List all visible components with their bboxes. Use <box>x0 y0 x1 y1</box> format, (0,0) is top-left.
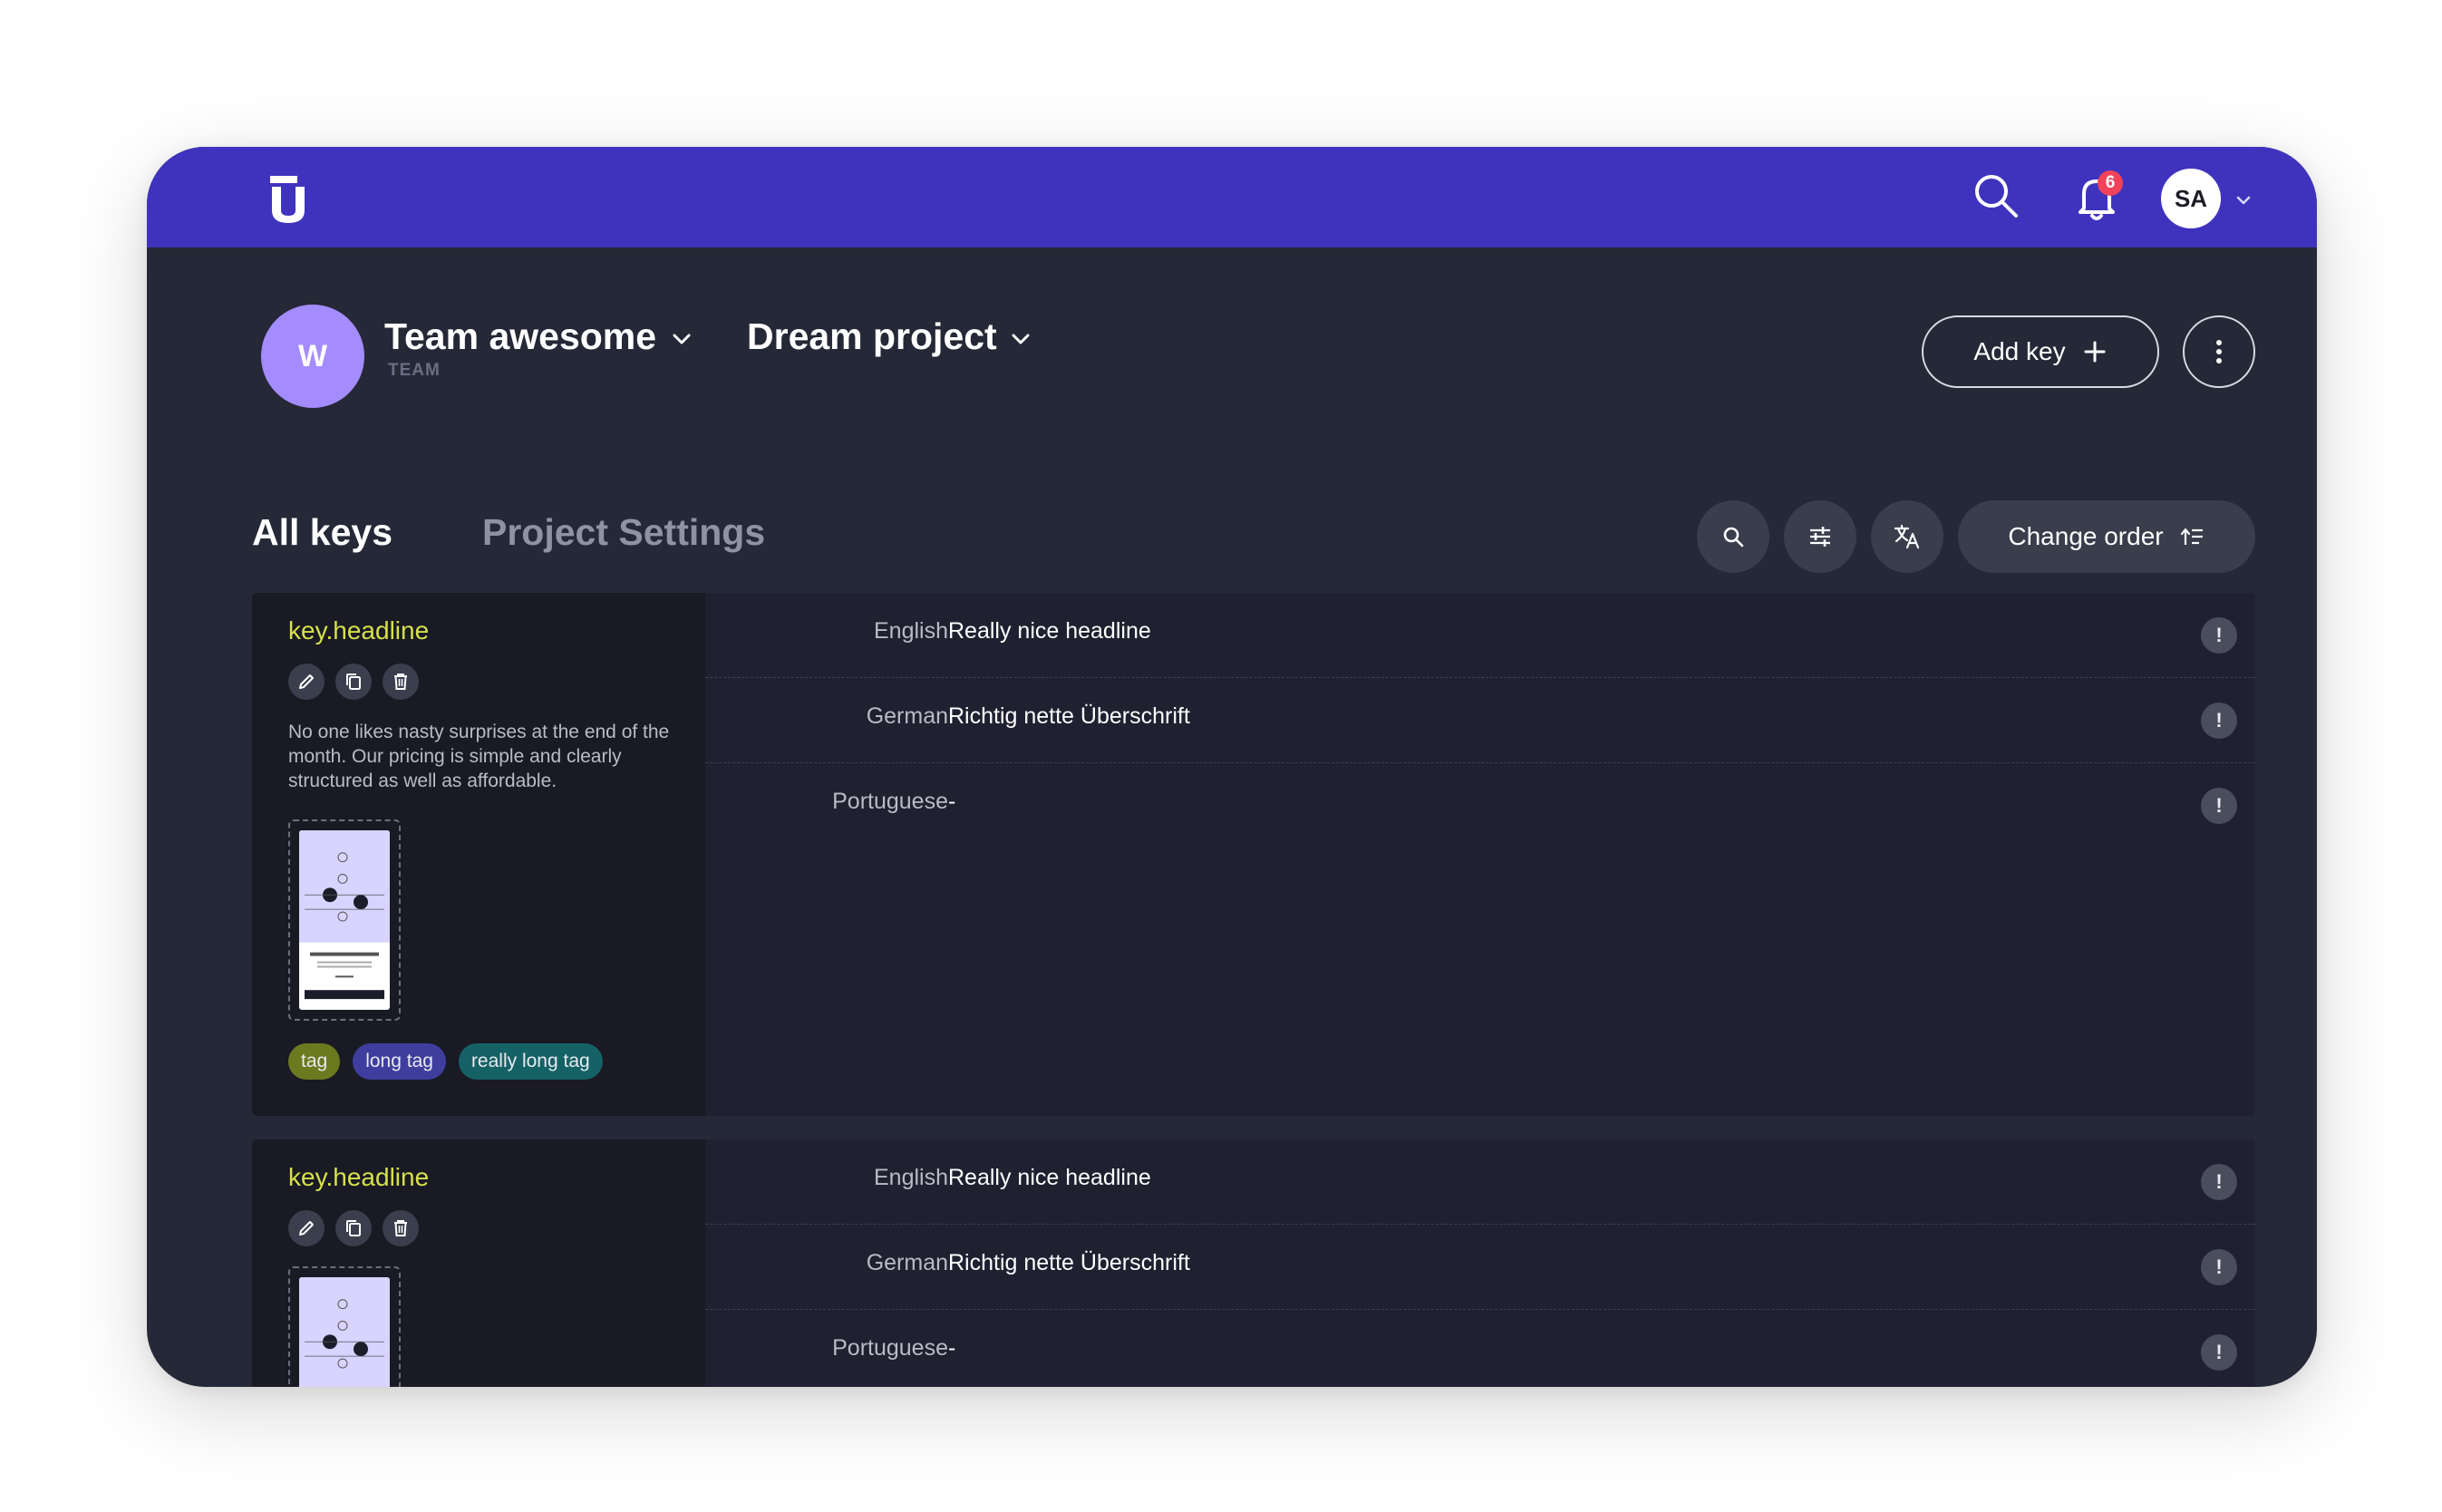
language-label: German <box>866 703 948 729</box>
translation-value[interactable]: Richtig nette Überschrift <box>948 1250 1190 1276</box>
translation-value[interactable]: - <box>948 1335 955 1362</box>
warning-icon[interactable]: ! <box>2201 617 2237 654</box>
screenshot-thumbnail[interactable] <box>288 819 401 1021</box>
notification-badge: 6 <box>2098 170 2123 196</box>
warning-icon[interactable]: ! <box>2201 788 2237 824</box>
search-icon[interactable] <box>1971 170 2021 221</box>
filter-button[interactable] <box>1784 500 1856 573</box>
add-key-button[interactable]: Add key <box>1922 315 2159 388</box>
user-avatar[interactable]: SA <box>2161 169 2221 228</box>
search-icon <box>1723 527 1744 548</box>
translate-icon <box>1894 524 1920 549</box>
user-menu-chevron-down-icon[interactable] <box>2234 190 2253 210</box>
add-key-label: Add key <box>1973 337 2066 365</box>
language-label: Portuguese <box>832 789 948 814</box>
team-selector[interactable]: Team awesome <box>384 315 656 358</box>
trash-icon <box>394 1220 407 1236</box>
translation-row[interactable]: English Really nice headline ! <box>705 1139 2255 1224</box>
top-bar: 6 SA <box>147 147 2317 247</box>
more-vertical-icon <box>2216 340 2222 363</box>
tag-chip[interactable]: really long tag <box>458 1043 603 1080</box>
translate-button[interactable] <box>1871 500 1943 573</box>
pencil-icon <box>299 1221 314 1236</box>
key-tags: tag long tag really long tag <box>288 1043 603 1080</box>
warning-icon[interactable]: ! <box>2201 1164 2237 1200</box>
language-label: Portuguese <box>832 1335 948 1361</box>
edit-key-button[interactable] <box>288 1210 325 1246</box>
sliders-icon <box>1810 527 1830 547</box>
translation-row[interactable]: German Richtig nette Überschrift ! <box>705 678 2255 762</box>
key-card: key.headline <box>252 593 2255 1116</box>
pencil-icon <box>299 674 314 689</box>
more-options-button[interactable] <box>2183 315 2255 388</box>
translation-value[interactable]: - <box>948 789 955 815</box>
translation-row[interactable]: Portuguese - ! <box>705 763 2255 848</box>
search-keys-button[interactable] <box>1697 500 1769 573</box>
translation-value[interactable]: Richtig nette Überschrift <box>948 703 1190 730</box>
warning-icon[interactable]: ! <box>2201 1334 2237 1371</box>
change-order-button[interactable]: Change order <box>1958 500 2255 573</box>
plus-icon <box>2084 341 2106 363</box>
copy-icon <box>346 674 361 690</box>
key-card: key.headline <box>252 1139 2255 1387</box>
tab-all-keys[interactable]: All keys <box>252 511 392 554</box>
translation-value[interactable]: Really nice headline <box>948 1165 1151 1191</box>
copy-icon <box>346 1220 361 1236</box>
key-description: No one likes nasty surprises at the end … <box>288 722 670 791</box>
key-name[interactable]: key.headline <box>288 616 429 645</box>
language-label: English <box>874 618 948 644</box>
edit-key-button[interactable] <box>288 664 325 700</box>
copy-key-button[interactable] <box>335 664 372 700</box>
tag-chip[interactable]: tag <box>288 1043 341 1080</box>
copy-key-button[interactable] <box>335 1210 372 1246</box>
key-actions <box>288 664 419 700</box>
project-selector[interactable]: Dream project <box>747 315 997 358</box>
key-info-panel: key.headline <box>252 1139 705 1387</box>
key-name[interactable]: key.headline <box>288 1163 429 1192</box>
sort-order-icon <box>2180 528 2203 545</box>
team-chevron-down-icon[interactable] <box>667 325 696 354</box>
translation-value[interactable]: Really nice headline <box>948 618 1151 645</box>
delete-key-button[interactable] <box>383 1210 419 1246</box>
translation-row[interactable]: English Really nice headline ! <box>705 593 2255 677</box>
screenshot-thumbnail[interactable] <box>288 1266 401 1387</box>
translation-row[interactable]: Portuguese - ! <box>705 1310 2255 1387</box>
trash-icon <box>394 674 407 690</box>
tag-chip[interactable]: long tag <box>353 1043 446 1080</box>
team-label: TEAM <box>388 361 441 380</box>
screenshot-image <box>299 1277 390 1387</box>
change-order-label: Change order <box>2008 522 2164 550</box>
app-logo-icon[interactable] <box>268 174 308 227</box>
tab-project-settings[interactable]: Project Settings <box>482 511 765 554</box>
delete-key-button[interactable] <box>383 664 419 700</box>
language-label: English <box>874 1165 948 1190</box>
app-window: 6 SA W Team awesome TEAM Dream project A… <box>147 147 2317 1387</box>
project-chevron-down-icon[interactable] <box>1006 325 1035 354</box>
team-avatar[interactable]: W <box>261 305 364 408</box>
translation-row[interactable]: German Richtig nette Überschrift ! <box>705 1225 2255 1309</box>
key-actions <box>288 1210 419 1246</box>
language-label: German <box>866 1250 948 1275</box>
warning-icon[interactable]: ! <box>2201 703 2237 739</box>
warning-icon[interactable]: ! <box>2201 1249 2237 1285</box>
key-info-panel: key.headline <box>252 593 705 1116</box>
screenshot-image <box>299 830 390 1010</box>
